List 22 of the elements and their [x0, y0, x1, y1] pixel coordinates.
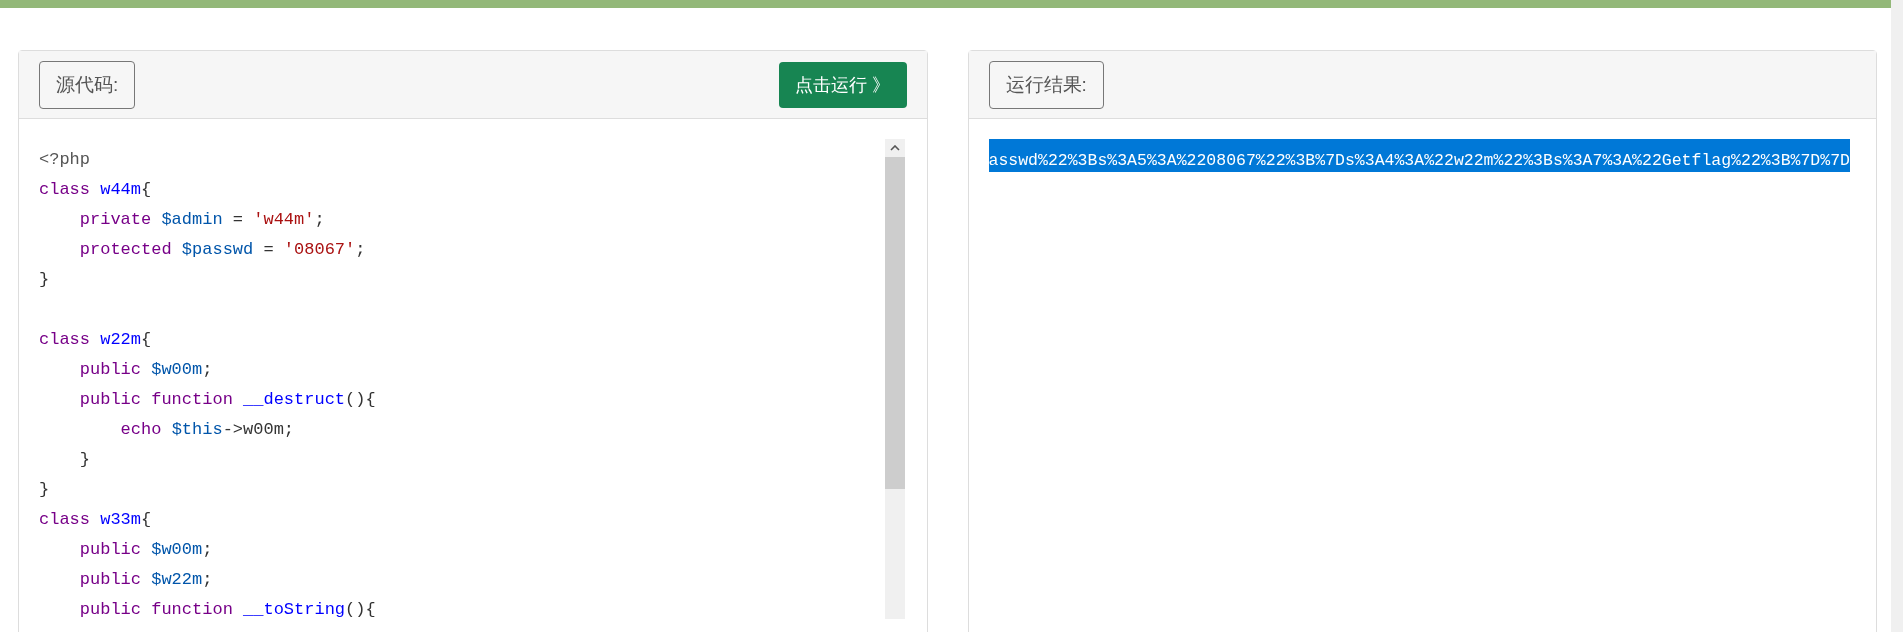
code-line: private $admin = 'w44m';: [78, 209, 326, 231]
code-line: class w44m{: [39, 179, 153, 201]
result-label: 运行结果:: [988, 60, 1104, 109]
code-line: echo $this->w00m;: [119, 419, 296, 441]
code-line: public $w00m;: [78, 539, 214, 561]
code-line: public function __destruct(){: [78, 389, 377, 411]
run-button[interactable]: 点击运行 》: [779, 61, 907, 108]
page-scrollbar[interactable]: [1891, 0, 1903, 632]
code-line: class w33m{: [39, 509, 153, 531]
code-line: }: [39, 479, 51, 501]
code-line: public $w22m;: [78, 569, 214, 591]
code-line: protected $passwd = '08067';: [78, 239, 367, 261]
scroll-up-icon[interactable]: [889, 145, 900, 151]
result-output: asswd%22%3Bs%3A5%3A%2208067%22%3B%7Ds%3A4%3A%22w22m%22%3Bs%3A7%3A%22Getflag%22%3B%7D%7D: [988, 139, 1850, 172]
code-line: class w22m{: [39, 329, 153, 351]
code-line: public $w00m;: [78, 359, 214, 381]
scrollbar[interactable]: [884, 139, 905, 619]
source-code-label: 源代码:: [39, 60, 136, 109]
code-line: <?php: [39, 149, 91, 171]
code-line: public function __toString(){: [78, 599, 377, 621]
code-line: }: [39, 269, 51, 291]
code-line: }: [78, 449, 91, 471]
